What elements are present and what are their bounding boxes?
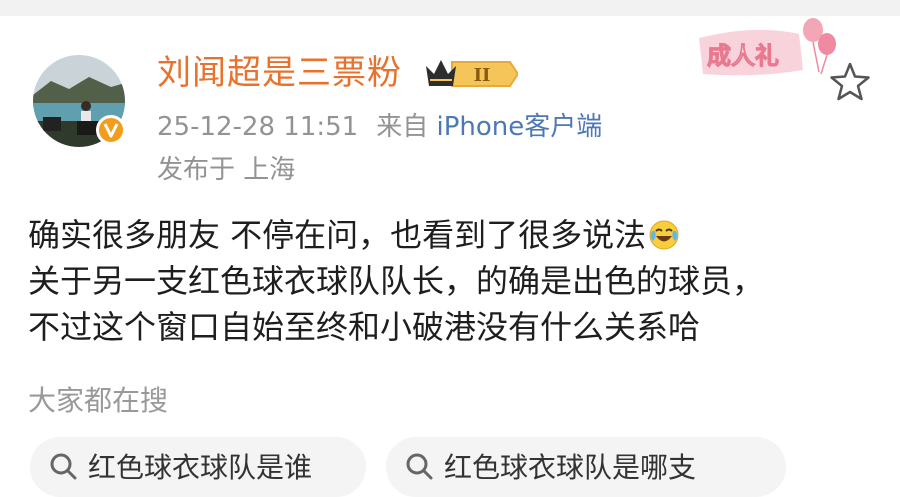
search-icon bbox=[50, 453, 77, 480]
source-client-link[interactable]: iPhone客户端 bbox=[437, 112, 603, 142]
post-datetime: 25-12-28 11:51 bbox=[157, 112, 359, 142]
search-chip-label: 红色球衣球队是哪支 bbox=[444, 451, 697, 484]
post-line-2: 关于另一支红色球衣球队队长，的确是出色的球员， bbox=[28, 262, 765, 300]
post-line-1: 确实很多朋友 不停在问，也看到了很多说法 bbox=[28, 212, 888, 258]
post-meta: 25-12-28 11:51 来自 iPhone客户端 bbox=[157, 108, 602, 146]
trending-search-heading: 大家都在搜 bbox=[28, 384, 169, 417]
post-line-3: 不过这个窗口自始至终和小破港没有什么关系哈 bbox=[28, 308, 701, 346]
verified-icon bbox=[96, 115, 126, 145]
member-badge[interactable]: II bbox=[424, 56, 520, 92]
badge-level: II bbox=[474, 65, 491, 86]
search-chip[interactable]: 红色球衣球队是哪支 bbox=[386, 437, 786, 497]
birthday-balloon-decoration: 成人礼 bbox=[695, 14, 845, 90]
star-icon[interactable] bbox=[828, 60, 872, 104]
decoration-text: 成人礼 bbox=[707, 42, 779, 70]
username[interactable]: 刘闻超是三票粉 bbox=[157, 50, 402, 96]
post-location: 发布于 上海 bbox=[157, 155, 296, 185]
post-body: 确实很多朋友 不停在问，也看到了很多说法 关于另一支红色球衣球队队长，的确是出色… bbox=[28, 212, 888, 350]
search-icon bbox=[406, 453, 433, 480]
laugh-cry-emoji bbox=[648, 217, 680, 250]
search-chip-label: 红色球衣球队是谁 bbox=[88, 451, 313, 484]
search-chip[interactable]: 红色球衣球队是谁 bbox=[30, 437, 366, 497]
source-prefix: 来自 bbox=[376, 112, 429, 142]
